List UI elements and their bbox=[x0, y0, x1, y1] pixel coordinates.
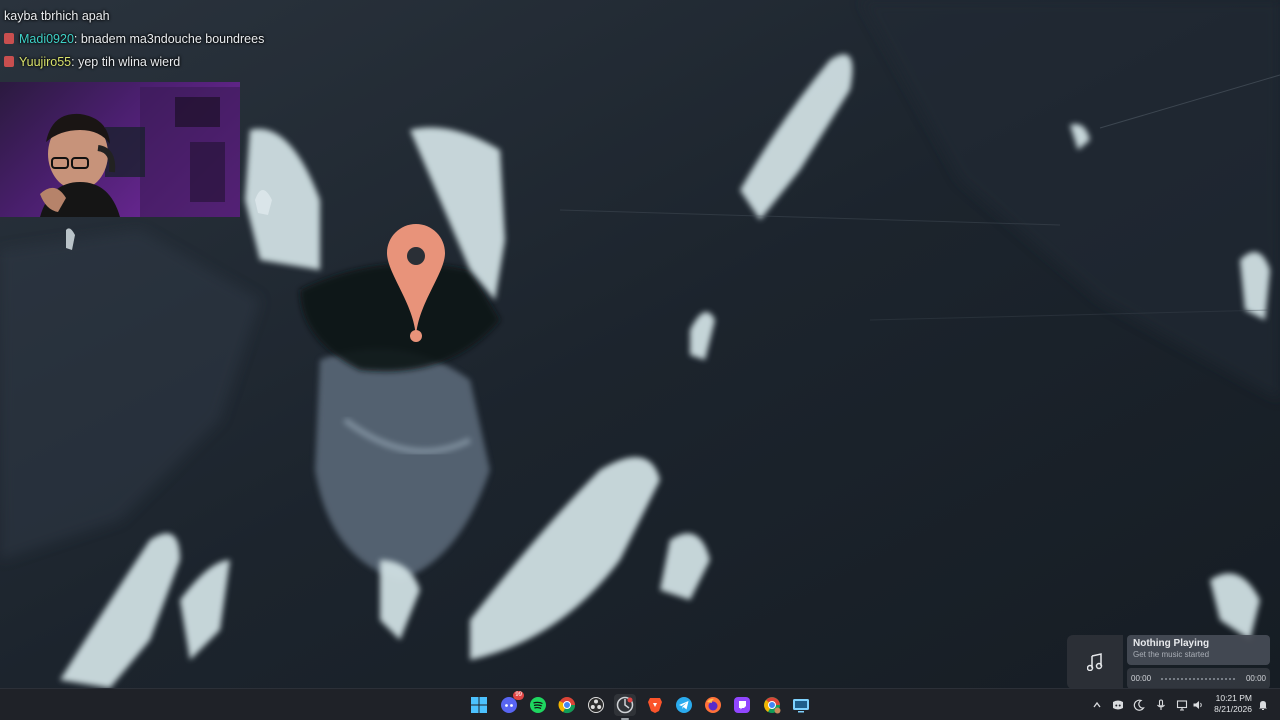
chat-message: Madi0920: bnadem ma3ndouche boundrees bbox=[4, 32, 264, 46]
sub-badge-icon bbox=[4, 33, 14, 44]
telegram-icon[interactable] bbox=[673, 694, 695, 716]
chat-username[interactable]: Yuujiro55 bbox=[19, 55, 71, 69]
notification-icon[interactable] bbox=[1254, 696, 1272, 714]
taskbar: 99 10:21 PM 8/21/2026 bbox=[0, 688, 1280, 720]
chat-text: : bnadem ma3ndouche boundrees bbox=[73, 32, 265, 46]
system-clock[interactable]: 10:21 PM 8/21/2026 bbox=[1206, 693, 1252, 715]
twitch-icon[interactable] bbox=[731, 694, 753, 716]
time-total: 00:00 bbox=[1245, 674, 1266, 683]
start-icon[interactable] bbox=[468, 694, 490, 716]
progress-track[interactable] bbox=[1161, 678, 1236, 680]
map-view[interactable]: kayba tbrhich apah Madi0920: bnadem ma3n… bbox=[0, 0, 1280, 688]
music-subtitle: Get the music started bbox=[1133, 650, 1210, 659]
music-widget: Nothing Playing Get the music started 00… bbox=[1067, 635, 1270, 689]
time-elapsed: 00:00 bbox=[1131, 674, 1152, 683]
microphone-icon[interactable] bbox=[1152, 696, 1170, 714]
brave-icon[interactable] bbox=[644, 694, 666, 716]
firefox-icon[interactable] bbox=[702, 694, 724, 716]
chevron-up-icon[interactable] bbox=[1088, 696, 1106, 714]
chrome-icon[interactable] bbox=[556, 694, 578, 716]
music-note-icon[interactable] bbox=[1067, 635, 1123, 689]
spotify-icon[interactable] bbox=[527, 694, 549, 716]
notification-badge: 99 bbox=[513, 691, 524, 700]
chrome-profile-icon[interactable] bbox=[761, 694, 783, 716]
chat-message: Yuujiro55: yep tih wlina wierd bbox=[4, 55, 180, 69]
app-icon[interactable] bbox=[614, 694, 636, 720]
chat-text: kayba tbrhich apah bbox=[4, 9, 110, 23]
chat-message: kayba tbrhich apah bbox=[4, 9, 110, 23]
clock-date: 8/21/2026 bbox=[1214, 704, 1252, 714]
moon-icon[interactable] bbox=[1130, 696, 1148, 714]
discord-icon[interactable]: 99 bbox=[498, 691, 524, 716]
webcam-feed bbox=[0, 82, 240, 217]
remote-desktop-icon[interactable] bbox=[790, 694, 812, 716]
clock-time: 10:21 PM bbox=[1215, 693, 1252, 703]
location-pin-icon[interactable] bbox=[385, 222, 447, 346]
chat-username[interactable]: Madi0920 bbox=[19, 32, 74, 46]
streamer-image bbox=[40, 87, 240, 217]
volume-icon[interactable] bbox=[1189, 696, 1207, 714]
music-progress[interactable]: 00:00 00:00 bbox=[1127, 668, 1270, 689]
chat-text: : yep tih wlina wierd bbox=[71, 55, 181, 69]
music-title: Nothing Playing bbox=[1133, 638, 1210, 649]
music-info: Nothing Playing Get the music started bbox=[1127, 635, 1270, 665]
obs-icon[interactable] bbox=[585, 694, 607, 716]
discord-tray-icon[interactable] bbox=[1109, 696, 1127, 714]
sub-badge-icon bbox=[4, 56, 14, 67]
